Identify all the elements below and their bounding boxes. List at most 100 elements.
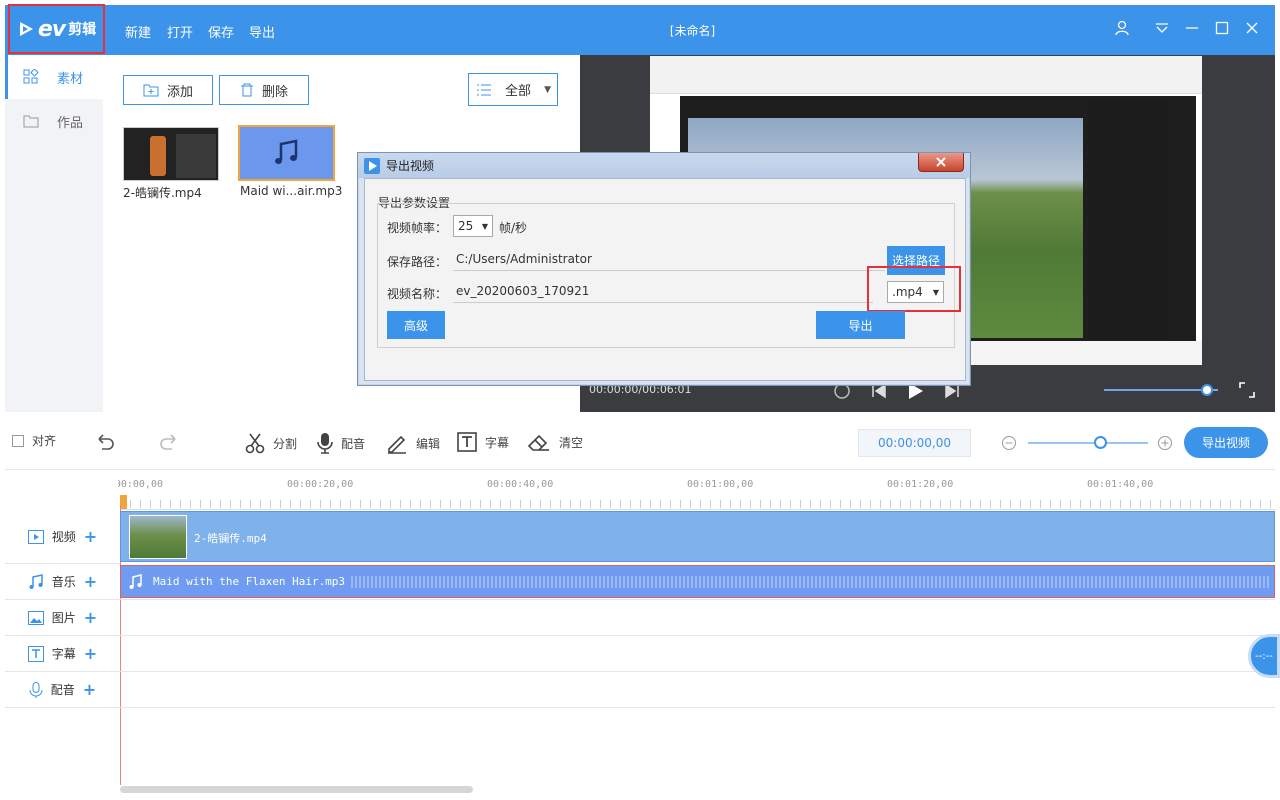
scissors-icon: [245, 433, 265, 454]
dialog-export-button[interactable]: 导出: [816, 311, 905, 339]
undo-icon[interactable]: [94, 431, 116, 451]
thumb-panel: [176, 134, 216, 178]
zoom-slider[interactable]: [1028, 442, 1148, 444]
left-nav: 素材 作品: [5, 55, 103, 412]
nav-item-label: 素材: [57, 71, 84, 87]
eraser-icon: [527, 434, 549, 451]
path-label: 保存路径：: [387, 255, 448, 269]
playhead-marker[interactable]: [120, 495, 127, 509]
volume-knob[interactable]: [1200, 384, 1213, 396]
text-box-icon: [457, 432, 477, 452]
clear-label: 清空: [559, 435, 584, 450]
thumb-figure: [150, 136, 166, 176]
fps-select[interactable]: 25 ▼: [453, 215, 493, 237]
subtitle-button[interactable]: 字幕: [457, 432, 509, 452]
media-item-label: 2-皓镧传.mp4: [123, 186, 202, 200]
redo-icon[interactable]: [158, 431, 180, 451]
folder-icon: [23, 115, 39, 128]
add-folder-icon: [143, 84, 159, 97]
audio-clip[interactable]: Maid with the Flaxen Hair.mp3: [120, 565, 1275, 598]
nav-item-works[interactable]: 作品: [5, 99, 103, 143]
video-clip-thumbnail: [129, 515, 187, 559]
filter-label: 全部: [505, 84, 532, 99]
align-checkbox[interactable]: 对齐: [12, 432, 56, 449]
music-track-icon: [29, 573, 43, 589]
name-field[interactable]: ev_20200603_170921: [453, 279, 873, 303]
chevron-down-icon: ▼: [544, 84, 551, 95]
media-item-label: Maid wi...air.mp3: [240, 184, 343, 198]
minimize-icon[interactable]: [1182, 18, 1202, 38]
time-ruler[interactable]: [120, 470, 1275, 510]
dialog-title: 导出视频: [386, 159, 435, 173]
trash-icon: [240, 83, 253, 97]
delete-button-label: 删除: [261, 84, 288, 100]
path-value: C:/Users/Administrator: [456, 251, 592, 266]
timeline-scrollbar[interactable]: [120, 786, 473, 793]
media-thumb-audio[interactable]: [238, 125, 335, 181]
clear-button[interactable]: 清空: [527, 432, 583, 452]
split-button[interactable]: 分割: [245, 432, 297, 454]
fullscreen-icon[interactable]: [1238, 381, 1256, 399]
dialog-close-button[interactable]: [918, 153, 964, 172]
filter-dropdown[interactable]: 全部 ▼: [468, 73, 558, 106]
row-divider: [120, 635, 1275, 636]
image-track-icon: [27, 610, 44, 625]
add-button[interactable]: 添加: [123, 75, 213, 105]
close-icon: [936, 157, 946, 167]
ruler-label: 00:01:40,00: [1087, 479, 1154, 490]
checkbox-box[interactable]: [12, 434, 24, 447]
fps-value: 25: [458, 219, 474, 233]
delete-button[interactable]: 删除: [219, 75, 309, 105]
music-note-icon: [274, 139, 297, 164]
preview-browser-bar: [650, 56, 1202, 94]
track-header-subtitle: 字幕 +: [5, 636, 120, 672]
add-image-track-button[interactable]: +: [84, 608, 97, 627]
chevron-down-icon: ▼: [481, 221, 488, 231]
nav-item-materials[interactable]: 素材: [5, 55, 103, 99]
format-highlight-box: [867, 266, 961, 312]
preview-side-panel: [1088, 101, 1168, 339]
split-label: 分割: [273, 436, 298, 451]
row-divider: [120, 599, 1275, 600]
zoom-knob[interactable]: [1094, 436, 1107, 449]
ruler-label: 00:00:40,00: [487, 479, 554, 490]
align-label: 对齐: [32, 434, 57, 448]
track-label: 图片: [51, 611, 76, 625]
row-divider: [120, 671, 1275, 672]
dub-label: 配音: [341, 436, 366, 451]
zoom-out-icon[interactable]: [1001, 435, 1017, 451]
user-icon[interactable]: [1112, 18, 1132, 38]
add-music-track-button[interactable]: +: [84, 572, 97, 591]
export-video-button[interactable]: 导出视频: [1184, 427, 1268, 458]
advanced-button[interactable]: 高级: [387, 311, 445, 339]
dub-button[interactable]: 配音: [317, 432, 365, 454]
subtitle-label: 字幕: [485, 435, 510, 450]
edit-button[interactable]: 编辑: [386, 432, 440, 454]
path-field[interactable]: C:/Users/Administrator: [453, 247, 885, 271]
add-dub-track-button[interactable]: +: [83, 680, 96, 699]
close-icon[interactable]: [1242, 18, 1262, 38]
video-clip[interactable]: 2-皓镧传.mp4: [120, 511, 1275, 562]
dialog-title-bar: 导出视频: [358, 153, 970, 178]
dialog-body: 导出参数设置 视频帧率： 25 ▼ 帧/秒 保存路径： C:/Users/Adm…: [364, 178, 966, 381]
media-thumb-video[interactable]: [123, 127, 219, 181]
maximize-icon[interactable]: [1212, 18, 1232, 38]
zoom-in-icon[interactable]: [1157, 435, 1173, 451]
ruler-label: 00:00:20,00: [287, 479, 354, 490]
dropdown-menu-icon[interactable]: [1152, 18, 1172, 38]
track-label: 视频: [51, 530, 76, 544]
fps-label: 视频帧率：: [387, 221, 448, 235]
track-header-image: 图片 +: [5, 600, 120, 636]
add-subtitle-track-button[interactable]: +: [84, 644, 97, 663]
audio-clip-name: Maid with the Flaxen Hair.mp3: [153, 575, 350, 588]
nav-item-label: 作品: [57, 115, 84, 131]
track-header-video: 视频 +: [5, 510, 120, 564]
edit-toolbar: [5, 412, 1275, 470]
window-title: [未命名]: [669, 24, 716, 38]
add-video-track-button[interactable]: +: [84, 527, 97, 546]
video-clip-name: 2-皓镧传.mp4: [194, 532, 267, 545]
row-divider: [120, 707, 1275, 708]
track-header-music: 音乐 +: [5, 564, 120, 600]
add-button-label: 添加: [166, 84, 193, 100]
ruler-label: 00:00:00,00: [118, 479, 163, 490]
